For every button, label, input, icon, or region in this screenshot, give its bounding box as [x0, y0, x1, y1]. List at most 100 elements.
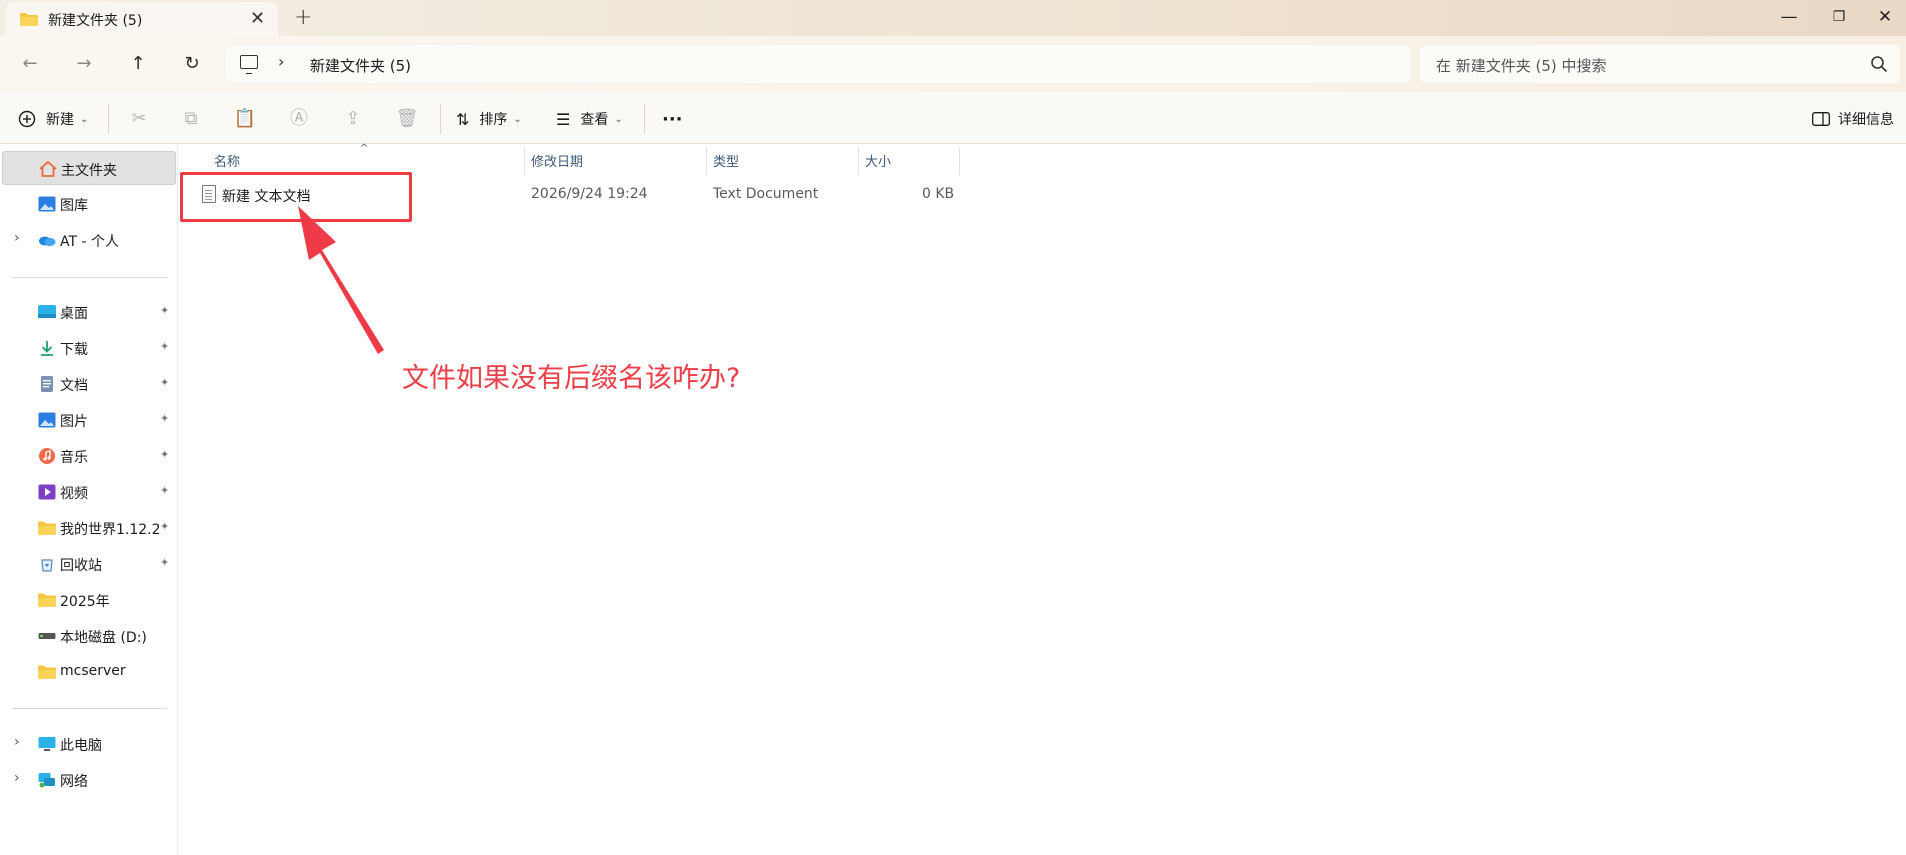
command-bar: 新建 ⌄ ✂ ⧉ 📋 Ⓐ ⇪ 🗑 ⇅ 排序 ⌄ ☰ 查看 ⌄ ··· 详细信息 — [0, 92, 1906, 144]
sort-button[interactable]: ⇅ 排序 ⌄ — [456, 106, 522, 132]
column-header-size[interactable]: 大小 — [865, 151, 891, 175]
pin-icon[interactable]: ✦ — [160, 484, 169, 497]
refresh-button[interactable]: ↻ — [178, 50, 206, 78]
close-window-button[interactable]: ✕ — [1862, 3, 1906, 31]
pin-icon[interactable]: ✦ — [160, 304, 169, 317]
delete-icon[interactable]: 🗑 — [394, 106, 420, 132]
sidebar-item-label: 本地磁盘 (D:) — [60, 630, 147, 646]
file-size: 0 KB — [922, 186, 955, 202]
sidebar-item-label: 图库 — [60, 198, 88, 214]
onedrive-icon — [39, 236, 56, 246]
sidebar-item-pictures[interactable]: 图片 ✦ — [2, 403, 176, 437]
sidebar-item-label: 下载 — [60, 342, 88, 358]
more-options-button[interactable]: ··· — [662, 106, 683, 132]
sidebar-item-onedrive[interactable]: › AT - 个人 — [2, 223, 176, 257]
pictures-icon — [38, 412, 56, 428]
chevron-down-icon: ⌄ — [614, 113, 623, 125]
sidebar-item-label: mcserver — [60, 663, 126, 679]
view-list-icon: ☰ — [556, 109, 571, 129]
chevron-right-icon[interactable]: › — [14, 230, 20, 246]
computer-icon — [38, 737, 56, 751]
sidebar-item-music[interactable]: 音乐 ✦ — [2, 439, 176, 473]
videos-icon — [38, 484, 56, 500]
annotation-text: 文件如果没有后缀名该咋办? — [402, 363, 741, 394]
minimize-button[interactable]: — — [1766, 3, 1812, 31]
drive-icon — [38, 633, 56, 639]
sidebar-item-network[interactable]: › 网络 — [2, 763, 176, 797]
computer-icon — [240, 55, 258, 74]
sidebar-item-label: 我的世界1.12.2fabric — [60, 522, 160, 538]
sidebar-item-2025-folder[interactable]: 2025年 — [2, 583, 176, 617]
folder-icon — [38, 593, 56, 607]
address-bar[interactable]: › 新建文件夹 (5) — [226, 45, 1410, 83]
search-icon[interactable] — [1870, 55, 1888, 73]
chevron-right-icon[interactable]: › — [14, 770, 20, 786]
up-button[interactable]: ↑ — [124, 50, 152, 78]
new-button[interactable]: 新建 ⌄ — [18, 106, 88, 132]
sidebar-item-label: 主文件夹 — [61, 163, 117, 179]
gallery-icon — [38, 196, 56, 212]
forward-button[interactable]: → — [70, 50, 98, 78]
column-header-modified[interactable]: 修改日期 — [531, 151, 583, 175]
paste-icon[interactable]: 📋 — [232, 106, 258, 132]
desktop-icon — [38, 305, 56, 318]
sidebar-item-gallery[interactable]: 图库 — [2, 187, 176, 221]
sidebar-item-home[interactable]: 主文件夹 — [2, 151, 176, 185]
pin-icon[interactable]: ✦ — [160, 376, 169, 389]
folder-icon — [38, 665, 56, 679]
folder-icon — [20, 13, 38, 26]
pin-icon[interactable]: ✦ — [160, 556, 169, 569]
chevron-right-icon[interactable]: › — [14, 734, 20, 750]
navigation-pane: 主文件夹 图库 › AT - 个人 桌面 ✦ 下载 ✦ 文档 ✦ 图片 ✦ 音乐… — [0, 145, 178, 855]
search-input[interactable]: 在 新建文件夹 (5) 中搜索 — [1420, 45, 1900, 83]
column-divider[interactable] — [524, 147, 525, 175]
column-divider[interactable] — [706, 147, 707, 175]
sidebar-item-downloads[interactable]: 下载 ✦ — [2, 331, 176, 365]
tab-current-folder[interactable]: 新建文件夹 (5) ✕ — [6, 2, 278, 36]
sidebar-item-recycle-bin[interactable]: 回收站 ✦ — [2, 547, 176, 581]
sidebar-item-this-pc[interactable]: › 此电脑 — [2, 727, 176, 761]
tab-title: 新建文件夹 (5) — [48, 13, 143, 29]
sidebar-item-videos[interactable]: 视频 ✦ — [2, 475, 176, 509]
tab-close-icon[interactable]: ✕ — [250, 8, 265, 29]
divider — [644, 104, 645, 134]
sidebar-item-label: 2025年 — [60, 594, 110, 610]
sidebar-item-desktop[interactable]: 桌面 ✦ — [2, 295, 176, 329]
home-icon — [39, 161, 57, 177]
sidebar-item-minecraft-folder[interactable]: 我的世界1.12.2fabric ✦ — [2, 511, 176, 545]
divider — [12, 708, 167, 709]
column-divider[interactable] — [959, 147, 960, 175]
file-modified: 2026/9/24 19:24 — [531, 186, 648, 202]
pin-icon[interactable]: ✦ — [160, 412, 169, 425]
chevron-down-icon: ⌄ — [513, 113, 522, 125]
chevron-right-icon[interactable]: › — [278, 52, 284, 71]
copy-icon[interactable]: ⧉ — [178, 106, 204, 132]
file-list: ^ 名称 修改日期 类型 大小 新建 文本文档 2026/9/24 19:24 … — [178, 143, 1906, 855]
details-label: 详细信息 — [1838, 112, 1894, 128]
rename-icon[interactable]: Ⓐ — [286, 106, 312, 132]
restore-button[interactable]: ❐ — [1816, 3, 1862, 31]
cut-icon[interactable]: ✂ — [126, 106, 152, 132]
divider — [440, 104, 441, 134]
network-icon — [38, 773, 55, 788]
new-tab-button[interactable]: + — [294, 5, 312, 30]
pin-icon[interactable]: ✦ — [160, 448, 169, 461]
pin-icon[interactable]: ✦ — [160, 520, 169, 533]
sidebar-item-documents[interactable]: 文档 ✦ — [2, 367, 176, 401]
breadcrumb-current[interactable]: 新建文件夹 (5) — [310, 55, 411, 76]
divider — [12, 277, 167, 278]
pin-icon[interactable]: ✦ — [160, 340, 169, 353]
sidebar-item-local-disk-d[interactable]: 本地磁盘 (D:) — [2, 619, 176, 653]
column-divider[interactable] — [858, 147, 859, 175]
sidebar-item-label: AT - 个人 — [60, 234, 119, 250]
sidebar-item-label: 桌面 — [60, 306, 88, 322]
share-icon[interactable]: ⇪ — [340, 106, 366, 132]
sort-label: 排序 — [479, 112, 508, 128]
details-pane-button[interactable]: 详细信息 — [1812, 106, 1894, 132]
title-bar: 新建文件夹 (5) ✕ + — ❐ ✕ — [0, 0, 1906, 36]
column-header-type[interactable]: 类型 — [713, 151, 739, 175]
view-button[interactable]: ☰ 查看 ⌄ — [556, 106, 623, 132]
sidebar-item-mcserver[interactable]: mcserver — [2, 655, 176, 689]
back-button[interactable]: ← — [16, 50, 44, 78]
sidebar-item-label: 网络 — [60, 774, 88, 790]
